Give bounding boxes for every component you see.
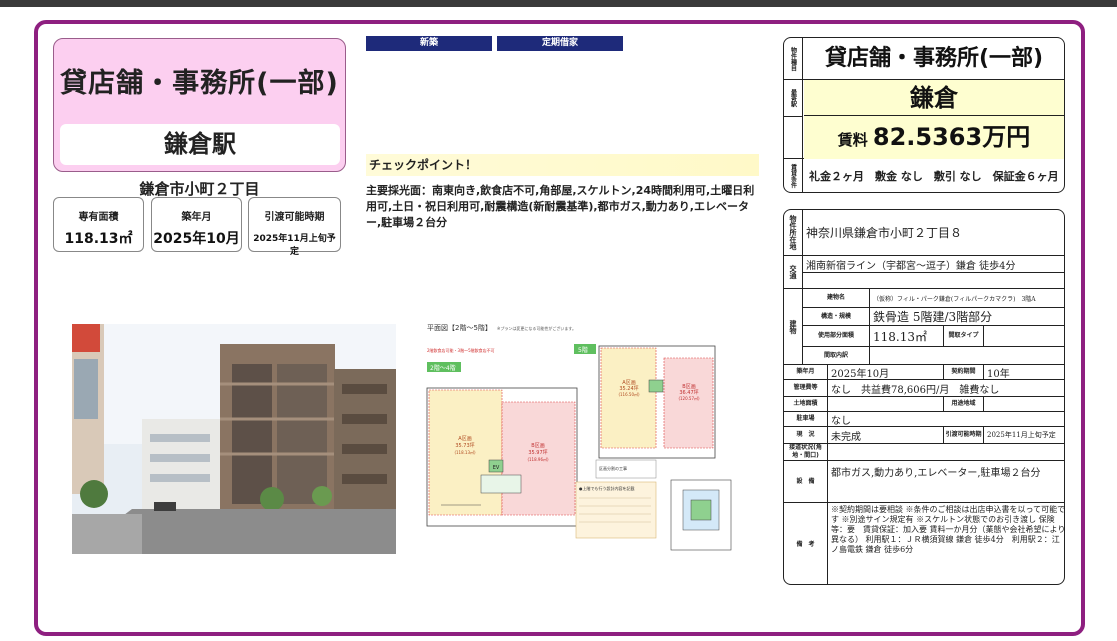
spec-value: 2025年11月上旬予定: [253, 234, 336, 257]
detail-built: 2025年10月: [828, 365, 944, 380]
detail-road: [828, 444, 1064, 461]
plan-a-sub: (118.13㎡): [454, 449, 476, 455]
detail-status: 未完成: [828, 427, 944, 444]
label-mgmt: 管理費等: [784, 380, 828, 397]
label-remarks: 備 考: [784, 503, 828, 584]
spec-value: 2025年10月: [153, 231, 240, 247]
plan-a-label: A区画: [458, 436, 471, 442]
rent-value: 82.5363万円: [872, 123, 1031, 151]
plan-b5-sub: (120.57㎡): [678, 395, 700, 401]
plan-red-note: 2階飲食店可能・3階～5階飲食店不可: [427, 347, 495, 353]
label-address: 物件所在地: [784, 210, 803, 256]
checkpoint-title: チェックポイント！: [366, 154, 759, 176]
label-structure: 構造・規模: [803, 308, 870, 326]
label-delivery: 引渡可能時期: [944, 427, 984, 444]
floor-plan: 平面図【2階～5階】 ※プランは変更になる可能性がございます。 2階飲食店可能・…: [421, 320, 746, 560]
summary-panel: 物件種目 貸店舗・事務所(一部) 最寄駅 賃貸条件 鎌倉 賃料 82.5363万…: [783, 37, 1065, 193]
rent-label: 賃料: [837, 131, 868, 149]
plan-b-value: 35.97坪: [528, 449, 547, 456]
detail-address: 神奈川県鎌倉市小町２丁目８: [803, 210, 1064, 256]
summary-rent: 賃料 82.5363万円: [804, 116, 1064, 159]
plan-a5-value: 35.24坪: [619, 385, 638, 392]
detail-area: 118.13㎡: [870, 326, 944, 347]
label-rooms: 間取内訳: [803, 347, 870, 365]
plan-divide-note: 区画分割の工事: [599, 465, 627, 471]
label-equip: 設 備: [784, 461, 828, 503]
spec-label: 専有面積: [78, 212, 119, 223]
detail-transport: 湘南新宿ライン（宇都宮～逗子）鎌倉 徒歩4分: [803, 256, 1064, 273]
plan-b-sub: (118.96㎡): [527, 456, 549, 462]
detail-land: [828, 397, 944, 412]
plan-b-label: B区画: [531, 443, 544, 449]
label-contract: 契約期間: [944, 365, 984, 380]
label-land: 土地面積: [784, 397, 828, 412]
summary-type-row: 物件種目 貸店舗・事務所(一部): [784, 38, 1064, 80]
label-built: 築年月: [784, 365, 828, 380]
label-use: 用途地域: [944, 397, 984, 412]
top-bar: [0, 0, 1117, 7]
plan-note-box: ●上階でも行う設計内容を記載: [579, 485, 635, 491]
summary-terms-row: 礼金２ヶ月 敷金 なし 敷引 なし 保証金６ヶ月: [784, 159, 1064, 192]
checkpoint-body: 主要採光面：南東向き,飲食店不可,角部屋,スケルトン,24時間利用可,土曜日利用…: [366, 184, 755, 229]
plan-b5-value: 36.47坪: [679, 389, 698, 396]
title-card: 貸店舗・事務所(一部) 鎌倉駅: [53, 38, 346, 172]
label-station: 最寄駅: [784, 80, 803, 116]
building-photo: [72, 324, 396, 554]
spec-area: 専有面積 118.13㎡: [53, 197, 144, 252]
plan-label-2-4: 2階～4階: [430, 364, 456, 372]
label-status: 現 況: [784, 427, 828, 444]
tag-new: 新築: [366, 36, 492, 51]
summary-terms: 礼金２ヶ月 敷金 なし 敷引 なし 保証金６ヶ月: [809, 170, 1059, 183]
label-parking: 駐車場: [784, 412, 828, 427]
summary-station: 鎌倉: [804, 80, 1064, 116]
detail-delivery: 2025年11月上旬予定: [984, 427, 1064, 444]
plan-a-value: 35.73坪: [455, 442, 474, 449]
plan-note: ※プランは変更になる可能性がございます。: [497, 325, 576, 331]
summary-type: 貸店舗・事務所(一部): [824, 46, 1044, 71]
plan-label-5: 5階: [578, 346, 588, 354]
plan-a5-sub: (116.50㎡): [618, 391, 640, 397]
label-bname: 建物名: [803, 289, 870, 308]
detail-mgmt: なし 共益費78,606円/月 雑費なし: [828, 380, 1064, 397]
spec-value: 118.13㎡: [64, 231, 133, 247]
tag-fixed-lease: 定期借家: [497, 36, 623, 51]
summary-station-rent-row: 最寄駅 賃貸条件 鎌倉 賃料 82.5363万円: [784, 80, 1064, 192]
detail-bname: （仮称）フィル・パーク鎌倉(フィルパークカマクラ) 3階A: [870, 289, 1064, 308]
detail-parking: なし: [828, 412, 1064, 427]
spec-label: 引渡可能時期: [264, 212, 325, 223]
label-building: 建物: [784, 289, 803, 365]
plan-title: 平面図【2階～5階】: [427, 323, 492, 332]
detail-transport-2: [803, 273, 1064, 289]
plan-ev-label: EV: [493, 465, 500, 471]
label-road: 接道状況(角地・間口): [784, 444, 828, 461]
address-short: 鎌倉市小町２丁目: [139, 180, 260, 198]
spec-built: 築年月 2025年10月: [151, 197, 242, 252]
spec-label: 築年月: [181, 212, 212, 223]
detail-equip: 都市ガス,動力あり,エレベーター,駐車場２台分: [828, 461, 1064, 503]
detail-layout: [984, 326, 1064, 347]
detail-use: [984, 397, 1064, 412]
property-type: 貸店舗・事務所(一部): [60, 68, 339, 99]
detail-remarks: ※契約期間は要相談 ※条件のご相談は出店申込書を以って可能です ※別途サイン規定…: [831, 505, 1065, 554]
station-name: 鎌倉駅: [60, 124, 340, 165]
label-area: 使用部分面積: [803, 326, 870, 347]
detail-table: 物件所在地 神奈川県鎌倉市小町２丁目８ 交通 湘南新宿ライン（宇都宮～逗子）鎌倉…: [783, 209, 1065, 585]
label-transport: 交通: [784, 256, 803, 289]
label-type: 物件種目: [784, 38, 803, 79]
detail-rooms: [870, 347, 1064, 365]
detail-structure: 鉄骨造 5階建/3階部分: [870, 308, 1064, 326]
spec-delivery: 引渡可能時期 2025年11月上旬予定: [248, 197, 341, 257]
detail-contract: 10年: [984, 365, 1064, 380]
label-layout: 間取タイプ: [944, 326, 984, 347]
